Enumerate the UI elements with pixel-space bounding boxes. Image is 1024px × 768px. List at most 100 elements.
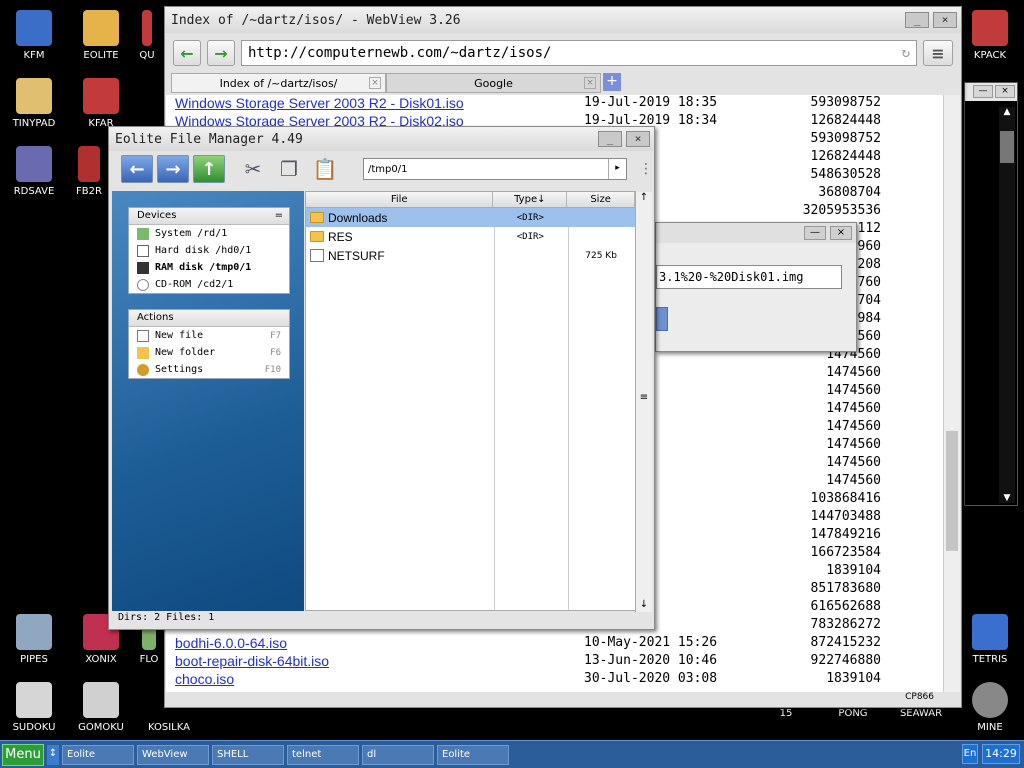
scroll-up-icon[interactable]: ↑ <box>636 192 652 203</box>
desktop-icon-kfar[interactable]: KFAR <box>69 78 133 129</box>
task-shell[interactable]: SHELL <box>212 744 284 765</box>
close-button[interactable]: × <box>995 85 1015 98</box>
listing-row: boot-repair-disk-64bit.iso 13-Jun-2020 10… <box>175 653 935 671</box>
task-webview[interactable]: WebView <box>137 744 209 765</box>
back-button[interactable]: ← <box>173 40 201 66</box>
dialog-titlebar[interactable]: — × <box>656 223 856 243</box>
desktop-icon-sudoku[interactable]: SUDOKU <box>2 682 66 733</box>
webview-titlebar[interactable]: Index of /~dartz/isos/ - WebView 3.26 _ … <box>165 7 961 33</box>
column-type[interactable]: Type↓ <box>493 192 568 207</box>
file-row-netsurf[interactable]: NETSURF 725 Kb <box>306 246 635 265</box>
task-telnet[interactable]: telnet <box>287 744 359 765</box>
scrollbar[interactable]: ▲ ▼ <box>999 107 1015 503</box>
close-button[interactable]: × <box>830 226 852 240</box>
cut-button[interactable]: ✂ <box>237 155 269 183</box>
filename-field[interactable]: 3.1%20-%20Disk01.img <box>656 265 842 289</box>
device-ram-disk[interactable]: RAM disk /tmp0/1 <box>129 259 289 276</box>
go-button[interactable]: ▸ <box>608 159 626 179</box>
desktop-icon-15[interactable]: 15 <box>754 708 818 719</box>
minimize-button[interactable]: — <box>804 226 826 240</box>
file-row-res[interactable]: RES <DIR> <box>306 227 635 246</box>
task-eolite[interactable]: Eolite <box>62 744 134 765</box>
close-button[interactable]: × <box>626 131 650 147</box>
device-system[interactable]: System /rd/1 <box>129 225 289 242</box>
dialog-button[interactable] <box>656 307 668 331</box>
language-indicator[interactable]: En <box>962 744 978 764</box>
close-button[interactable]: × <box>933 12 957 28</box>
minimize-button[interactable]: _ <box>905 12 929 28</box>
desktop-icon-qu[interactable]: QU <box>130 10 164 61</box>
action-label: Settings <box>155 364 204 375</box>
column-file[interactable]: File <box>306 192 494 207</box>
file-size: 126824448 <box>810 149 881 164</box>
column-size[interactable]: Size <box>567 192 635 207</box>
page-scrollbar[interactable] <box>943 95 960 693</box>
reload-icon[interactable]: ↻ <box>902 45 910 61</box>
scrollbar-thumb[interactable] <box>1000 131 1014 163</box>
device-hard-disk[interactable]: Hard disk /hd0/1 <box>129 242 289 259</box>
back-button[interactable]: ← <box>121 155 153 183</box>
forward-button[interactable]: → <box>207 40 235 66</box>
file-list-scrollbar[interactable]: ↑ ≡ ↓ <box>635 192 652 612</box>
task-eolite-2[interactable]: Eolite <box>437 744 509 765</box>
tab-close-icon[interactable]: × <box>369 77 381 89</box>
desktop-icon-pong[interactable]: PONG <box>821 708 885 719</box>
app-icon <box>142 10 152 46</box>
paste-button[interactable]: 📋 <box>309 155 341 183</box>
menu-button[interactable]: ≡ <box>923 40 953 66</box>
scroll-grip-icon[interactable]: ≡ <box>636 392 652 403</box>
file-list-header: File Type↓ Size <box>306 192 635 208</box>
action-new-folder[interactable]: New folder F6 <box>129 344 289 361</box>
scroll-up-icon[interactable]: ▲ <box>999 107 1015 117</box>
up-button[interactable]: ↑ <box>193 155 225 183</box>
action-new-file[interactable]: New file F7 <box>129 327 289 344</box>
action-settings[interactable]: Settings F10 <box>129 361 289 378</box>
copy-icon: ❐ <box>280 157 298 181</box>
desktop-icon-pipes[interactable]: PIPES <box>2 614 66 665</box>
desktop-icon-gomoku[interactable]: GOMOKU <box>69 682 133 733</box>
file-link[interactable]: bodhi-6.0.0-64.iso <box>175 635 287 651</box>
desktop-icon-tinypad[interactable]: TINYPAD <box>2 78 66 129</box>
tab-close-icon[interactable]: × <box>584 77 596 89</box>
scroll-down-icon[interactable]: ▼ <box>999 493 1015 503</box>
minimize-button[interactable]: — <box>973 85 993 98</box>
collapse-icon[interactable]: = <box>275 208 283 224</box>
desktop-icon-kpack[interactable]: KPACK <box>958 10 1022 61</box>
actions-panel: Actions New file F7 New folder F6 Settings… <box>128 309 290 379</box>
desktop-icon-kfm[interactable]: KFM <box>2 10 66 61</box>
file-row-downloads[interactable]: Downloads <DIR> <box>306 208 635 227</box>
eolite-window[interactable]: Eolite File Manager 4.49 _ × ← → ↑ ✂ ❐ 📋… <box>108 126 655 630</box>
file-link[interactable]: choco.iso <box>175 671 234 687</box>
desktop-icon-tetris[interactable]: TETRIS <box>958 614 1022 665</box>
devices-panel: Devices = System /rd/1 Hard disk /hd0/1 R… <box>128 207 290 294</box>
desktop-icon-fb2r[interactable]: FB2R <box>69 146 109 197</box>
path-field[interactable]: /tmp0/1 ▸ <box>363 158 627 180</box>
background-window-titlebar[interactable]: — × <box>965 83 1017 101</box>
background-window[interactable]: — × ▲ ▼ <box>964 82 1018 506</box>
desktop-icon-seawar[interactable]: SEAWAR <box>889 708 953 719</box>
desktop-icon-rdsave[interactable]: RDSAVE <box>2 146 66 197</box>
forward-button[interactable]: → <box>157 155 189 183</box>
taskbar-arrow-icon[interactable]: ↕ <box>47 744 59 765</box>
file-link[interactable]: Windows Storage Server 2003 R2 - Disk01.… <box>175 95 464 111</box>
file-link[interactable]: boot-repair-disk-64bit.iso <box>175 653 329 669</box>
download-dialog[interactable]: — × 3.1%20-%20Disk01.img <box>655 222 857 352</box>
new-tab-button[interactable]: + <box>603 73 621 91</box>
file-list[interactable]: File Type↓ Size Downloads <DIR> RES <DIR… <box>305 191 652 612</box>
tetris-icon <box>972 614 1008 650</box>
clock[interactable]: 14:29 <box>982 744 1020 764</box>
device-cdrom[interactable]: CD-ROM /cd2/1 <box>129 276 289 293</box>
tab-index[interactable]: Index of /~dartz/isos/ × <box>171 73 386 93</box>
eolite-titlebar[interactable]: Eolite File Manager 4.49 _ × <box>109 127 654 151</box>
scrollbar-thumb[interactable] <box>946 431 958 551</box>
start-menu-button[interactable]: Menu <box>2 743 44 766</box>
task-dl[interactable]: dl <box>362 744 434 765</box>
minimize-button[interactable]: _ <box>598 131 622 147</box>
sudoku-icon <box>16 682 52 718</box>
copy-button[interactable]: ❐ <box>273 155 305 183</box>
url-field[interactable]: http://computernewb.com/~dartz/isos/ ↻ <box>241 40 917 66</box>
more-options-icon[interactable]: ⋮ <box>639 161 653 177</box>
desktop-icon-mine[interactable]: MINE <box>958 682 1022 733</box>
tab-google[interactable]: Google × <box>386 73 601 93</box>
desktop-icon-eolite[interactable]: EOLITE <box>69 10 133 61</box>
